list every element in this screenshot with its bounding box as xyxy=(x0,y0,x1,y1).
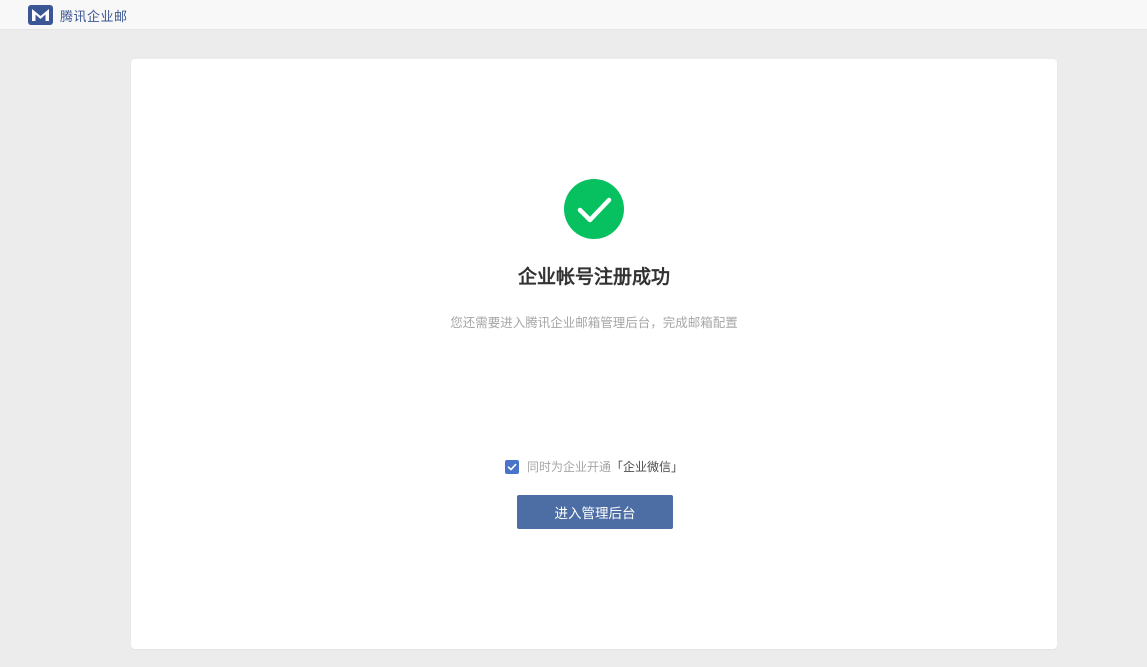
open-wework-checkbox[interactable] xyxy=(504,459,519,474)
open-wework-label: 同时为企业开通 xyxy=(526,460,611,474)
registration-success-card: 企业帐号注册成功 您还需要进入腾讯企业邮箱管理后台，完成邮箱配置 同时为企业开通… xyxy=(131,59,1057,649)
brand-name: 腾讯企业邮 xyxy=(60,9,128,25)
wework-name: 「企业微信」 xyxy=(611,460,684,474)
page-title: 企业帐号注册成功 xyxy=(517,266,670,288)
tencent-exmail-logo-icon xyxy=(28,5,53,25)
top-bar: 腾讯企业邮 xyxy=(0,0,1147,30)
checkmark-icon xyxy=(507,463,517,470)
enter-admin-console-button[interactable]: 进入管理后台 xyxy=(517,495,673,529)
page-subtitle: 您还需要进入腾讯企业邮箱管理后台，完成邮箱配置 xyxy=(450,315,738,330)
open-wework-option[interactable]: 同时为企业开通 「企业微信」 xyxy=(131,458,1057,475)
brand-logo[interactable]: 腾讯企业邮 xyxy=(28,4,128,26)
check-circle-icon xyxy=(564,179,624,239)
